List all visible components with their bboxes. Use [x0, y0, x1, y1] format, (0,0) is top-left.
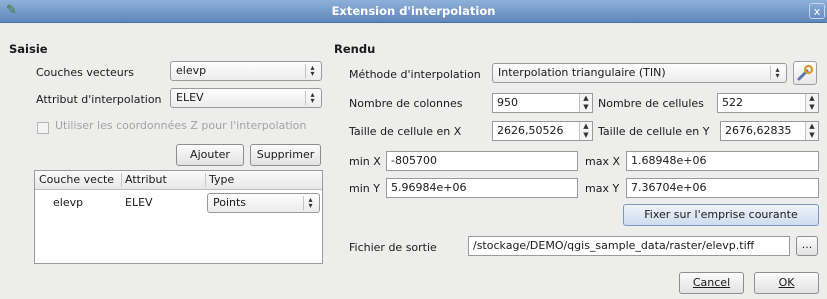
interpolation-attribute-value: ELEV	[176, 91, 204, 104]
spin-arrows-icon[interactable]: ▲ ▼	[805, 122, 818, 140]
wrench-icon	[797, 64, 814, 81]
column-header-attribute[interactable]: Attribut	[125, 173, 205, 186]
rendu-header: Rendu	[334, 42, 376, 56]
chevron-updown-icon: ▴ ▾	[305, 64, 319, 78]
configure-method-button[interactable]	[793, 61, 817, 85]
title-bar: ✎ Extension d'interpolation x	[0, 0, 827, 23]
chevron-updown-icon: ▴ ▾	[303, 196, 317, 210]
vector-layers-label: Couches vecteurs	[36, 66, 135, 79]
cancel-button[interactable]: Cancel	[679, 272, 744, 294]
saisie-header: Saisie	[9, 42, 48, 56]
cells-value: 522	[722, 96, 743, 109]
method-label: Méthode d'interpolation	[349, 68, 481, 81]
remove-button[interactable]: Supprimer	[250, 144, 321, 166]
min-y-label: min Y	[349, 182, 380, 195]
cells-label: Nombre de cellules	[598, 97, 704, 110]
output-file-label: Fichier de sortie	[349, 241, 437, 254]
use-z-label: Utiliser les coordonnées Z pour l'interp…	[55, 119, 307, 132]
ok-button[interactable]: OK	[754, 272, 819, 294]
window-title: Extension d'interpolation	[331, 4, 496, 18]
add-button[interactable]: Ajouter	[176, 144, 244, 166]
spin-arrows-icon[interactable]: ▲ ▼	[579, 94, 592, 112]
ok-label: OK	[778, 276, 795, 289]
set-current-extent-button[interactable]: Fixer sur l'emprise courante	[623, 204, 819, 226]
vector-layers-value: elevp	[176, 64, 207, 77]
cancel-label: Cancel	[692, 276, 731, 289]
interpolation-attribute-label: Attribut d'interpolation	[36, 93, 162, 106]
chevron-updown-icon: ▴ ▾	[770, 66, 784, 80]
spin-arrows-icon[interactable]: ▲ ▼	[805, 94, 818, 112]
columns-value: 950	[497, 96, 518, 109]
cell-size-x-value: 2626,50526	[497, 124, 564, 137]
table-row[interactable]: elevp ELEV Points ▴ ▾	[35, 193, 322, 215]
cell-size-y-label: Taille de cellule en Y	[598, 125, 710, 138]
cell-size-x-spinbox[interactable]: 2626,50526 ▲ ▼	[492, 121, 593, 141]
cells-spinbox[interactable]: 522 ▲ ▼	[717, 93, 819, 113]
row-type-combo[interactable]: Points ▴ ▾	[207, 193, 320, 213]
column-header-type[interactable]: Type	[209, 173, 289, 186]
spin-arrows-icon[interactable]: ▲ ▼	[579, 122, 592, 140]
min-y-field[interactable]: 5.96984e+06	[386, 178, 578, 198]
max-y-field[interactable]: 7.36704e+06	[626, 178, 819, 198]
row-layer: elevp	[53, 196, 84, 209]
use-z-checkbox[interactable]	[37, 122, 49, 134]
table-header: Couche vecte Attribut Type	[35, 171, 322, 190]
interpolation-attribute-combo[interactable]: ELEV ▴ ▾	[170, 88, 322, 108]
output-file-field[interactable]: /stockage/DEMO/qgis_sample_data/raster/e…	[468, 236, 790, 256]
row-type-value: Points	[213, 196, 247, 209]
close-icon[interactable]: x	[809, 3, 825, 19]
interpolation-method-combo[interactable]: Interpolation triangulaire (TIN) ▴ ▾	[492, 63, 787, 83]
column-header-layer[interactable]: Couche vecte	[39, 173, 121, 186]
max-y-label: max Y	[585, 182, 620, 195]
vector-layers-combo[interactable]: elevp ▴ ▾	[170, 61, 322, 81]
columns-spinbox[interactable]: 950 ▲ ▼	[492, 93, 593, 113]
min-x-field[interactable]: -805700	[386, 151, 578, 171]
min-x-label: min X	[349, 155, 381, 168]
layers-table: Couche vecte Attribut Type elevp ELEV Po…	[34, 170, 323, 264]
interpolation-method-value: Interpolation triangulaire (TIN)	[498, 66, 666, 79]
cell-size-x-label: Taille de cellule en X	[349, 125, 462, 138]
max-x-field[interactable]: 1.68948e+06	[626, 151, 819, 171]
cell-size-y-spinbox[interactable]: 2676,62835 ▲ ▼	[720, 121, 819, 141]
cell-size-y-value: 2676,62835	[725, 124, 792, 137]
row-attribute: ELEV	[125, 196, 153, 209]
max-x-label: max X	[585, 155, 620, 168]
browse-button[interactable]: ...	[796, 236, 818, 256]
columns-label: Nombre de colonnes	[349, 97, 463, 110]
chevron-updown-icon: ▴ ▾	[305, 91, 319, 105]
